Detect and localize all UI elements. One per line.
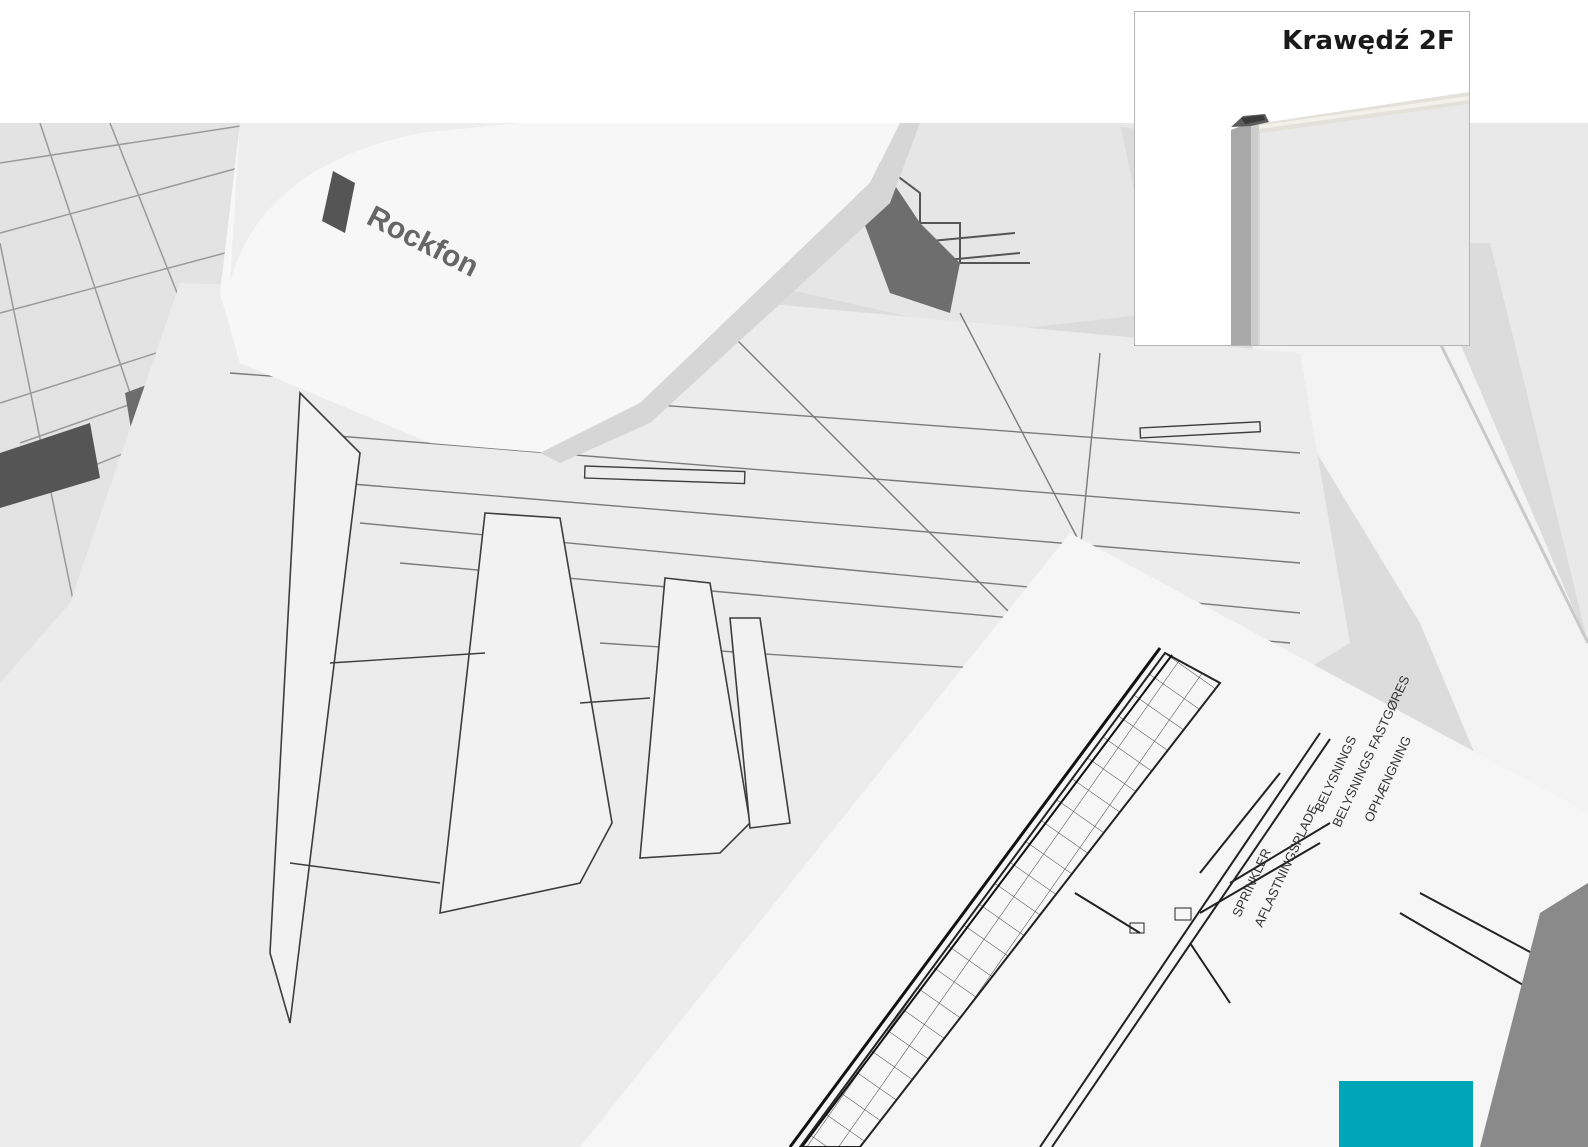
edge-profile-card: Krawędź 2F bbox=[1134, 11, 1470, 346]
accent-block bbox=[1339, 1081, 1473, 1147]
panel-edge-2f-icon bbox=[1231, 92, 1469, 345]
